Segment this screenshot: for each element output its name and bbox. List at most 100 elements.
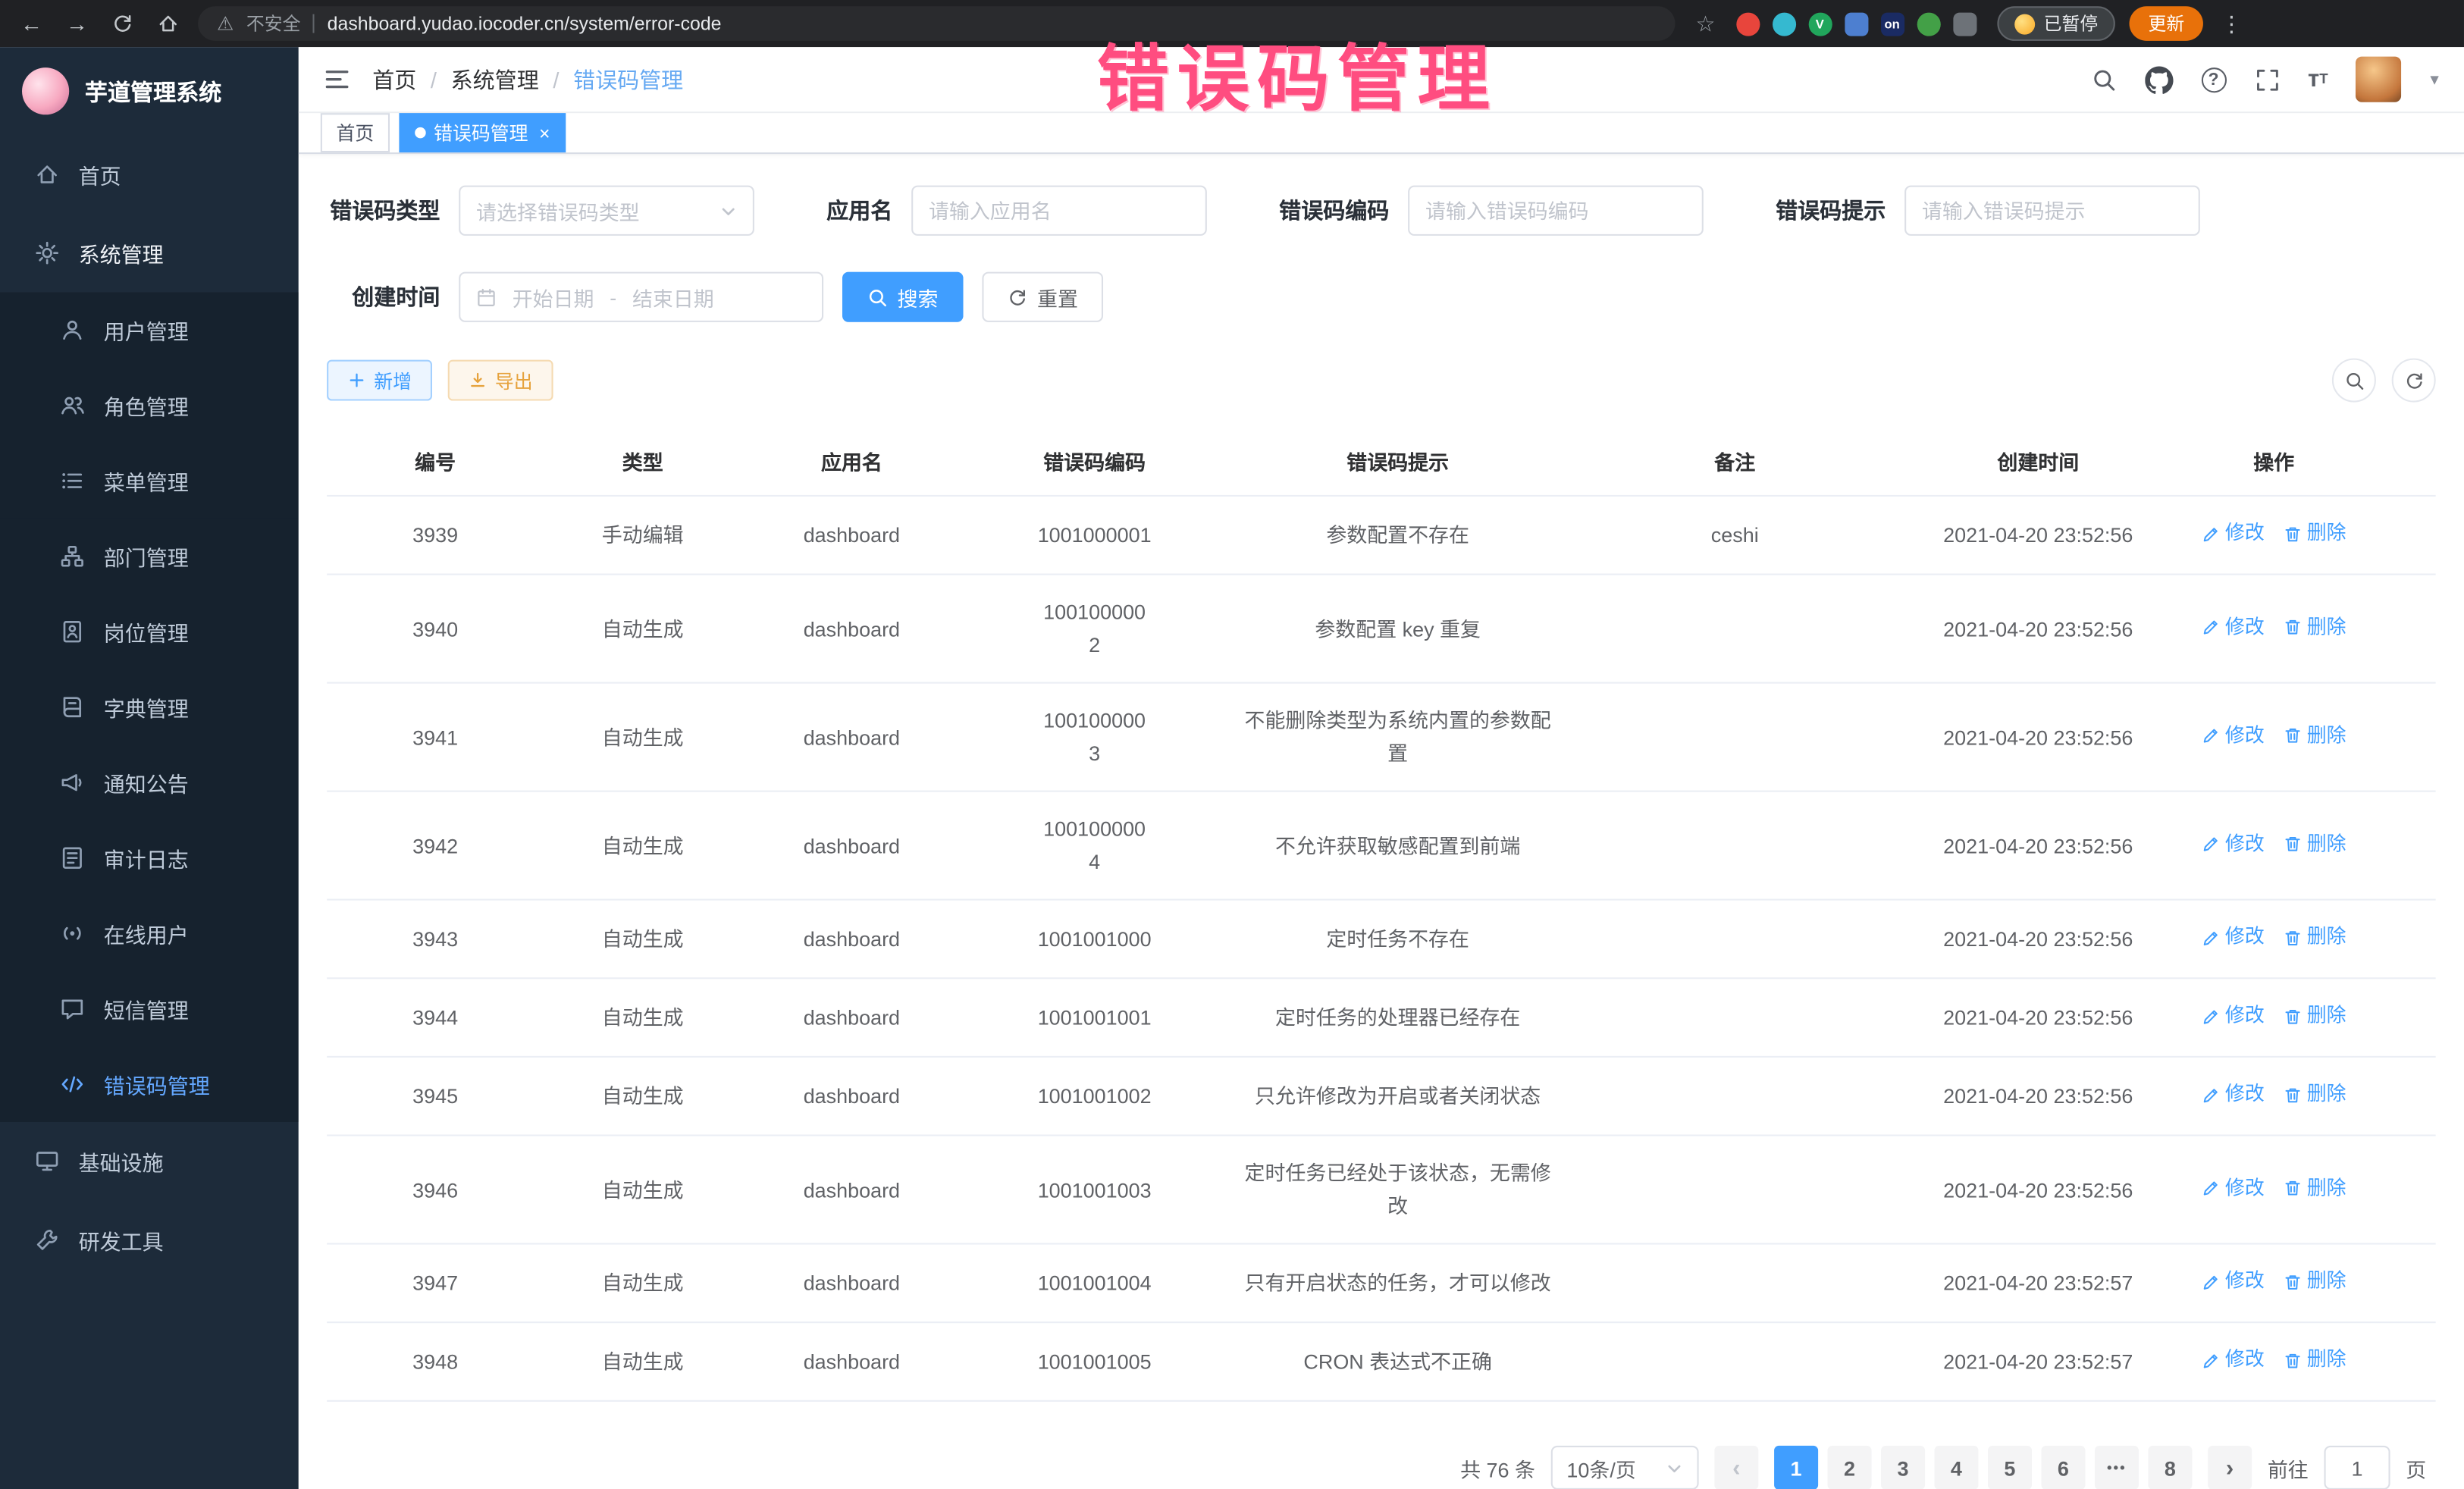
bookmark-star-icon[interactable]: ☆: [1695, 10, 1715, 36]
extension-drop-icon[interactable]: [1772, 12, 1795, 36]
delete-link[interactable]: 删除: [2284, 517, 2346, 550]
breadcrumb-system[interactable]: 系统管理: [451, 64, 539, 95]
extension-leaf-icon[interactable]: [1917, 12, 1940, 36]
sidebar-item-3[interactable]: 角色管理: [0, 368, 299, 443]
sidebar-item-6[interactable]: 岗位管理: [0, 594, 299, 669]
app-logo[interactable]: 芋道管理系统: [0, 47, 299, 135]
tab-close-icon[interactable]: ×: [539, 122, 550, 144]
sidebar-item-4[interactable]: 菜单管理: [0, 444, 299, 519]
edit-link[interactable]: 修改: [2202, 1265, 2265, 1299]
megaphone-icon: [60, 770, 85, 795]
page-button-4[interactable]: 4: [1934, 1446, 1978, 1489]
search-button[interactable]: 搜索: [842, 272, 964, 322]
toggle-search-button[interactable]: [2332, 359, 2376, 403]
app-name-input[interactable]: [911, 186, 1207, 236]
error-code-input[interactable]: [1408, 186, 1704, 236]
tab-1[interactable]: 错误码管理×: [399, 113, 566, 152]
edit-link[interactable]: 修改: [2202, 828, 2265, 861]
edit-link[interactable]: 修改: [2202, 1172, 2265, 1205]
tab-0[interactable]: 首页: [321, 113, 390, 152]
sidebar-item-10[interactable]: 在线用户: [0, 895, 299, 970]
page-button-3[interactable]: 3: [1881, 1446, 1925, 1489]
delete-link[interactable]: 删除: [2284, 1172, 2346, 1205]
sidebar-item-label: 审计日志: [104, 842, 189, 873]
delete-link[interactable]: 删除: [2284, 1078, 2346, 1111]
cell-hint: 参数配置不存在: [1227, 498, 1569, 572]
page-size-select[interactable]: 10条/页: [1551, 1446, 1699, 1489]
cell-hint: 只允许修改为开启或者关闭状态: [1227, 1059, 1569, 1133]
page-button-8[interactable]: 8: [2148, 1446, 2192, 1489]
browser-menu-icon[interactable]: ⋮: [2218, 10, 2246, 36]
cell-remark: [1569, 608, 1901, 649]
avatar-caret-icon[interactable]: ▾: [2430, 69, 2438, 89]
collapse-sidebar-icon[interactable]: [324, 66, 350, 92]
extension-onepass-icon[interactable]: on: [1880, 12, 1904, 36]
extension-grid-icon[interactable]: [1844, 12, 1867, 36]
home-icon[interactable]: [152, 8, 183, 39]
profile-chip[interactable]: 已暂停: [1996, 6, 2114, 41]
goto-page-input[interactable]: [2324, 1446, 2390, 1489]
extension-record-icon[interactable]: [1735, 12, 1759, 36]
edit-link[interactable]: 修改: [2202, 1000, 2265, 1033]
error-hint-input[interactable]: [1904, 186, 2200, 236]
extension-puzzle-icon[interactable]: [1952, 12, 1976, 36]
sidebar-item-11[interactable]: 短信管理: [0, 971, 299, 1046]
address-bar[interactable]: ⚠ 不安全 dashboard.yudao.iocoder.cn/system/…: [198, 6, 1675, 41]
edit-link[interactable]: 修改: [2202, 517, 2265, 550]
update-button[interactable]: 更新: [2130, 6, 2203, 41]
edit-link[interactable]: 修改: [2202, 1344, 2265, 1378]
error-type-placeholder: 请选择错误码类型: [476, 196, 640, 225]
refresh-table-button[interactable]: [2392, 359, 2436, 403]
fullscreen-icon[interactable]: [2255, 67, 2280, 92]
sidebar-item-9[interactable]: 审计日志: [0, 820, 299, 895]
cell-actions: 修改删除: [2175, 497, 2373, 573]
edit-link[interactable]: 修改: [2202, 921, 2265, 955]
breadcrumb-home[interactable]: 首页: [372, 64, 416, 95]
sidebar-item-12[interactable]: 错误码管理: [0, 1046, 299, 1121]
reload-icon[interactable]: [107, 8, 138, 39]
page-button-5[interactable]: 5: [1988, 1446, 2032, 1489]
sidebar-item-7[interactable]: 字典管理: [0, 669, 299, 744]
delete-link[interactable]: 删除: [2284, 719, 2346, 753]
prev-page-button[interactable]: ‹: [1714, 1446, 1758, 1489]
sidebar-item-5[interactable]: 部门管理: [0, 519, 299, 594]
delete-link[interactable]: 删除: [2284, 828, 2346, 861]
github-icon[interactable]: [2144, 65, 2172, 93]
font-size-icon[interactable]: тT: [2308, 67, 2328, 91]
sidebar-item-0[interactable]: 首页: [0, 135, 299, 214]
extension-v-badge-icon[interactable]: V: [1808, 12, 1832, 36]
sidebar-item-13[interactable]: 基础设施: [0, 1122, 299, 1201]
back-icon[interactable]: ←: [16, 8, 47, 39]
page-button-6[interactable]: 6: [2041, 1446, 2085, 1489]
export-button[interactable]: 导出: [448, 360, 553, 401]
help-icon[interactable]: ?: [2201, 67, 2226, 92]
edit-link[interactable]: 修改: [2202, 719, 2265, 753]
forward-icon[interactable]: →: [61, 8, 92, 39]
page-button-1[interactable]: 1: [1774, 1446, 1818, 1489]
user-avatar[interactable]: [2356, 57, 2402, 102]
delete-link[interactable]: 删除: [2284, 611, 2346, 644]
date-range-picker[interactable]: 开始日期 - 结束日期: [459, 272, 823, 322]
delete-link[interactable]: 删除: [2284, 1344, 2346, 1378]
delete-link[interactable]: 删除: [2284, 1265, 2346, 1299]
delete-link[interactable]: 删除: [2284, 921, 2346, 955]
edit-link[interactable]: 修改: [2202, 611, 2265, 644]
search-icon[interactable]: [2091, 67, 2116, 92]
add-button[interactable]: 新增: [327, 360, 432, 401]
page-button-2[interactable]: 2: [1827, 1446, 1871, 1489]
sidebar-item-14[interactable]: 研发工具: [0, 1201, 299, 1280]
table-body: 3939手动编辑dashboard1001000001参数配置不存在ceshi2…: [327, 497, 2436, 1402]
menu-icon: [60, 469, 85, 494]
next-page-button[interactable]: ›: [2208, 1446, 2252, 1489]
column-header-5: 备注: [1569, 428, 1901, 495]
error-type-select[interactable]: 请选择错误码类型: [459, 186, 754, 236]
sidebar-item-1[interactable]: 系统管理: [0, 214, 299, 293]
sidebar-item-2[interactable]: 用户管理: [0, 293, 299, 368]
delete-link[interactable]: 删除: [2284, 1000, 2346, 1033]
log-icon: [60, 845, 85, 870]
edit-link[interactable]: 修改: [2202, 1078, 2265, 1111]
reset-button[interactable]: 重置: [982, 272, 1103, 322]
page-ellipsis-button[interactable]: •••: [2095, 1446, 2139, 1489]
cell-created: 2021-04-20 23:52:56: [1901, 1059, 2175, 1133]
sidebar-item-8[interactable]: 通知公告: [0, 744, 299, 820]
